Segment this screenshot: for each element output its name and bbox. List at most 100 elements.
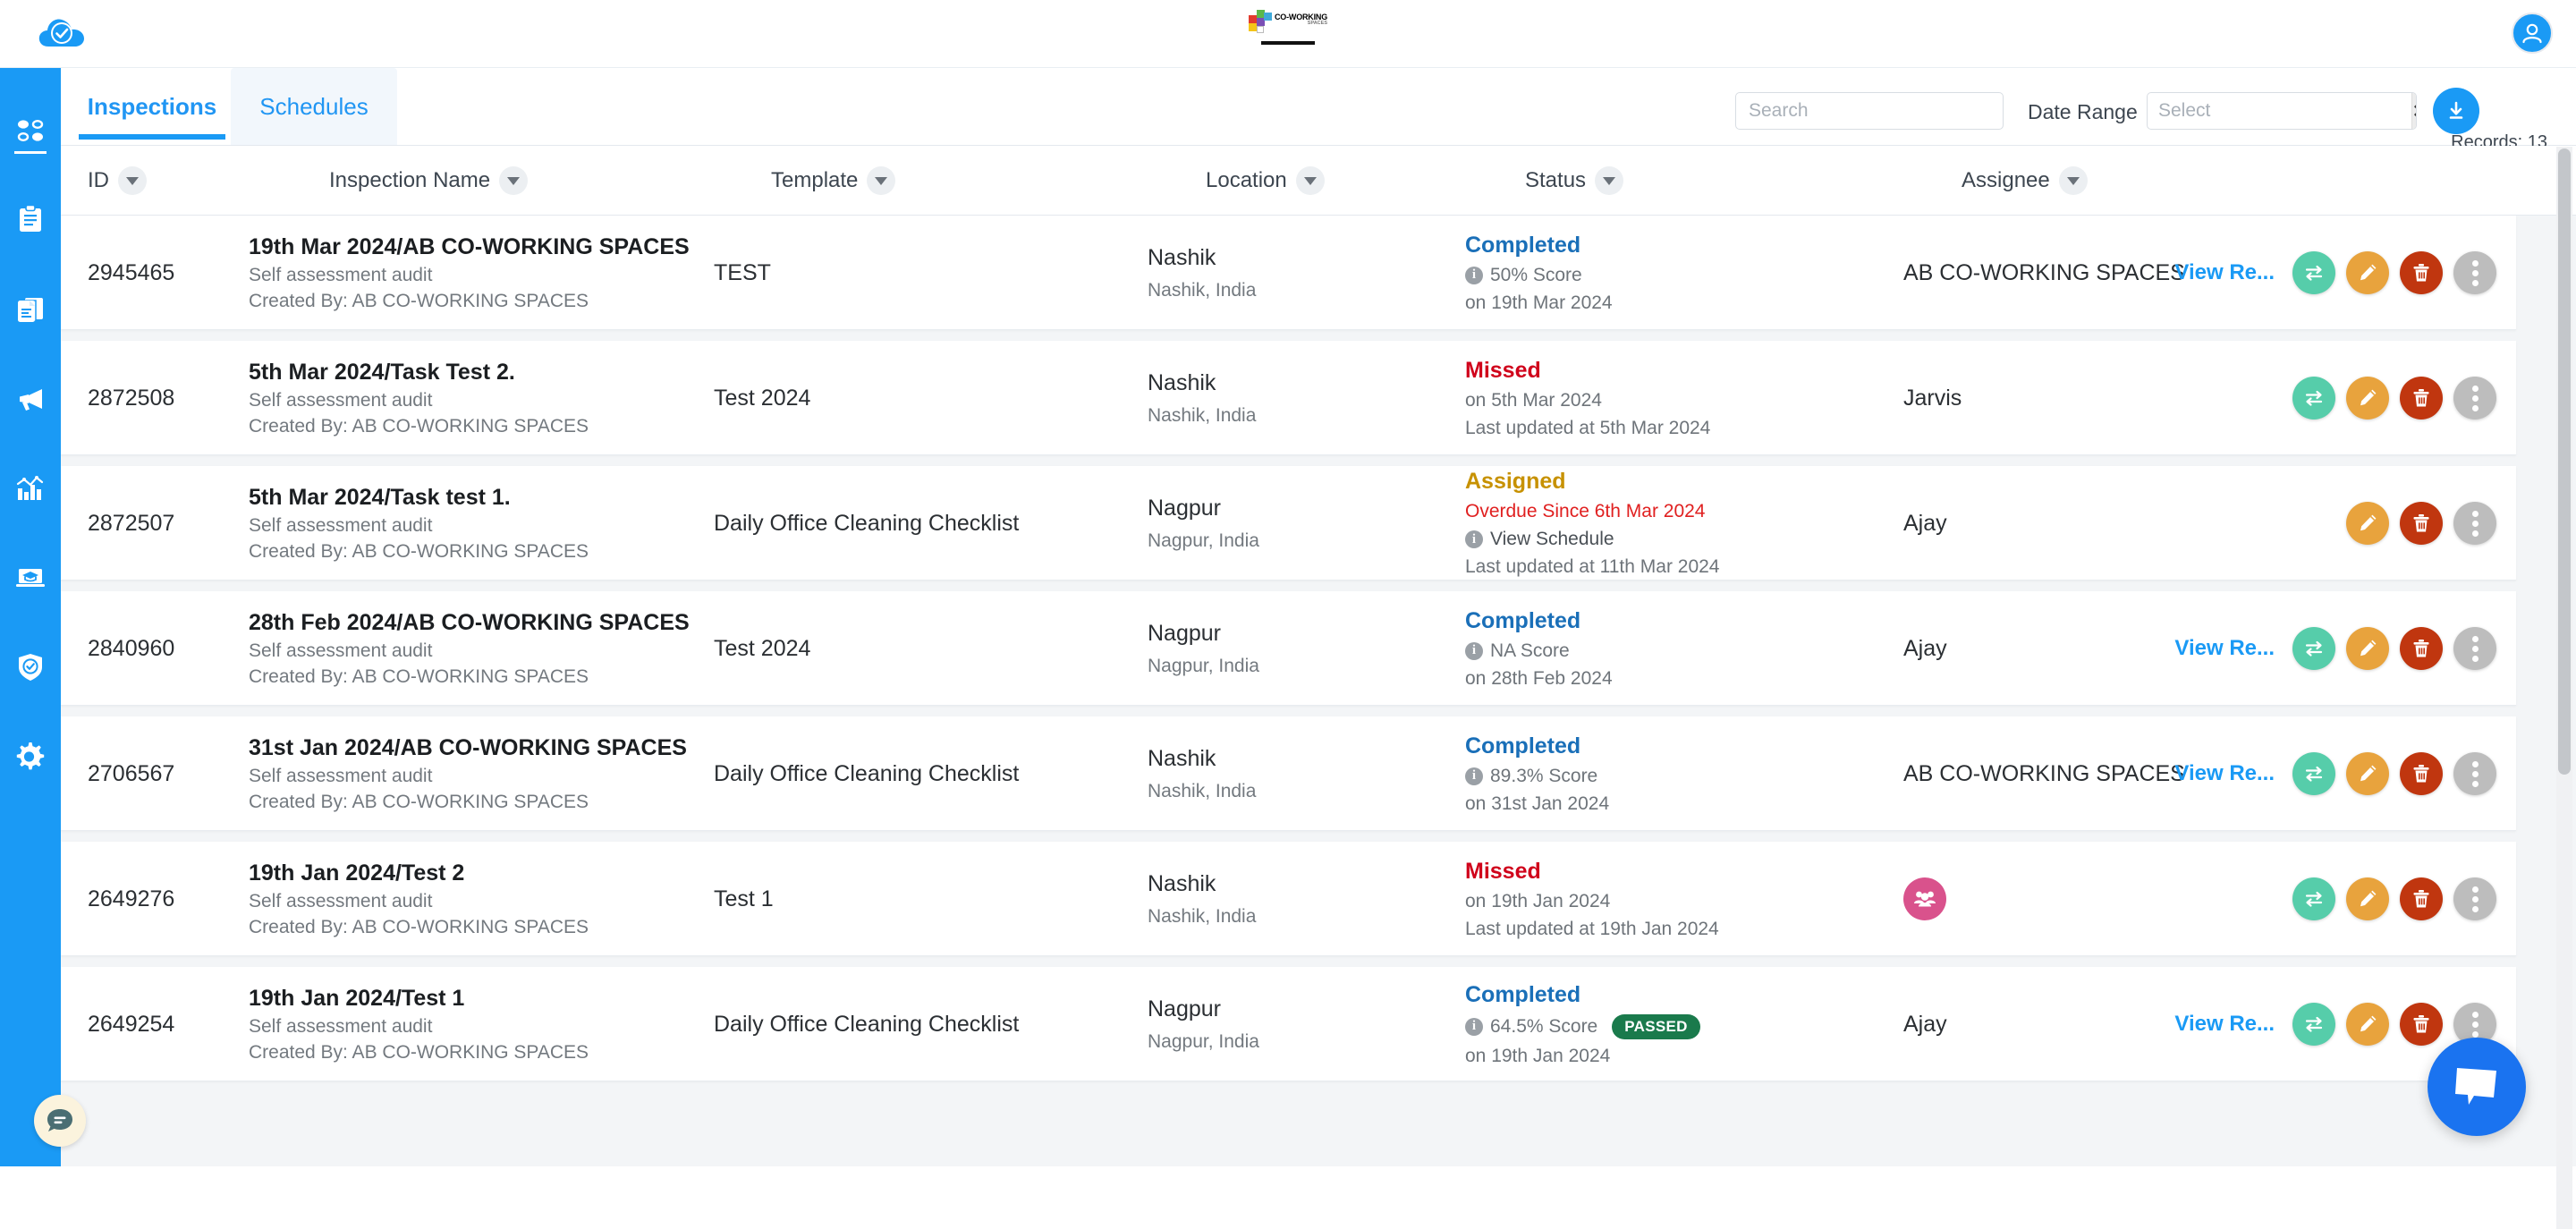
table-row[interactable]: 28725075th Mar 2024/Task test 1.Self ass… xyxy=(61,466,2516,581)
cell-actions: View Re... xyxy=(2174,216,2496,330)
cell-location: NashikNashik, India xyxy=(1148,216,1416,330)
chevron-down-icon[interactable] xyxy=(2059,166,2088,195)
sidebar-item-analytics[interactable] xyxy=(0,445,61,535)
delete-button[interactable] xyxy=(2400,502,2443,545)
transfer-button[interactable] xyxy=(2292,1003,2335,1046)
more-options-button[interactable] xyxy=(2453,377,2496,420)
more-options-button[interactable] xyxy=(2453,251,2496,294)
column-label-assignee: Assignee xyxy=(1962,168,2050,193)
cloud-check-icon[interactable] xyxy=(36,9,88,61)
edit-button[interactable] xyxy=(2346,752,2389,795)
cell-location: NashikNashik, India xyxy=(1148,341,1416,455)
more-options-button[interactable] xyxy=(2453,502,2496,545)
tab-inspections[interactable]: Inspections xyxy=(73,68,231,145)
more-options-button[interactable] xyxy=(2453,627,2496,670)
inspection-created-by: Created By: AB CO-WORKING SPACES xyxy=(249,291,696,312)
cell-assignee: Jarvis xyxy=(1903,341,2279,455)
column-label-id: ID xyxy=(88,168,109,193)
delete-button[interactable] xyxy=(2400,377,2443,420)
info-icon[interactable]: i xyxy=(1465,267,1483,284)
column-header-location[interactable]: Location xyxy=(1206,146,1325,216)
inspection-title: 19th Mar 2024/AB CO-WORKING SPACES xyxy=(249,234,696,260)
megaphone-icon xyxy=(14,383,47,420)
delete-button[interactable] xyxy=(2400,877,2443,920)
cell-actions xyxy=(2292,842,2496,956)
user-avatar-icon[interactable] xyxy=(2512,13,2553,54)
sidebar-item-templates[interactable] xyxy=(0,267,61,356)
close-x-icon[interactable]: ✕ xyxy=(2411,93,2417,129)
chevron-down-icon[interactable] xyxy=(1296,166,1325,195)
column-header-status[interactable]: Status xyxy=(1525,146,1623,216)
chevron-down-icon[interactable] xyxy=(1595,166,1623,195)
tab-inspections-label: Inspections xyxy=(88,93,216,121)
sidebar-item-announcements[interactable] xyxy=(0,356,61,445)
location-city: Nagpur xyxy=(1148,621,1416,647)
cell-status: Completedi89.3% Scoreon 31st Jan 2024 xyxy=(1465,716,1885,831)
column-header-inspection-name[interactable]: Inspection Name xyxy=(329,146,528,216)
edit-button[interactable] xyxy=(2346,1003,2389,1046)
table-row[interactable]: 270656731st Jan 2024/AB CO-WORKING SPACE… xyxy=(61,716,2516,831)
table-row[interactable]: 264925419th Jan 2024/Test 1Self assessme… xyxy=(61,967,2516,1081)
edit-button[interactable] xyxy=(2346,877,2389,920)
cell-template: Daily Office Cleaning Checklist xyxy=(714,716,1107,831)
sidebar-item-compliance[interactable] xyxy=(0,624,61,714)
table-row[interactable]: 28725085th Mar 2024/Task Test 2.Self ass… xyxy=(61,341,2516,455)
search-input[interactable] xyxy=(1735,92,2004,130)
cell-location: NagpurNagpur, India xyxy=(1148,591,1416,706)
view-report-link[interactable]: View Re... xyxy=(2174,636,2275,661)
view-schedule-link[interactable]: iView Schedule xyxy=(1465,529,1885,550)
transfer-button[interactable] xyxy=(2292,251,2335,294)
message-bubble-icon[interactable] xyxy=(2428,1038,2526,1136)
transfer-button[interactable] xyxy=(2292,627,2335,670)
chevron-down-icon[interactable] xyxy=(499,166,528,195)
delete-button[interactable] xyxy=(2400,752,2443,795)
shield-check-icon xyxy=(14,651,47,688)
delete-button[interactable] xyxy=(2400,251,2443,294)
chat-bubble-icon[interactable] xyxy=(34,1095,86,1147)
edit-button[interactable] xyxy=(2346,502,2389,545)
info-icon[interactable]: i xyxy=(1465,530,1483,548)
column-header-assignee[interactable]: Assignee xyxy=(1962,146,2088,216)
more-options-button[interactable] xyxy=(2453,877,2496,920)
info-icon[interactable]: i xyxy=(1465,767,1483,785)
chevron-down-icon[interactable] xyxy=(867,166,895,195)
view-report-link[interactable]: View Re... xyxy=(2174,1012,2275,1037)
column-header-template[interactable]: Template xyxy=(771,146,895,216)
assignee-name: Ajay xyxy=(1903,511,1947,537)
view-report-link[interactable]: View Re... xyxy=(2174,260,2275,285)
cell-template: Test 2024 xyxy=(714,341,1107,455)
table-row[interactable]: 294546519th Mar 2024/AB CO-WORKING SPACE… xyxy=(61,216,2516,330)
download-icon[interactable] xyxy=(2433,88,2479,134)
transfer-button[interactable] xyxy=(2292,752,2335,795)
team-avatar-icon[interactable] xyxy=(1903,877,1946,920)
transfer-button[interactable] xyxy=(2292,877,2335,920)
delete-button[interactable] xyxy=(2400,627,2443,670)
sidebar-item-inspections[interactable] xyxy=(0,177,61,267)
scrollbar-thumb[interactable] xyxy=(2558,148,2571,775)
info-icon[interactable]: i xyxy=(1465,642,1483,660)
status-score-line: i89.3% Score xyxy=(1465,766,1885,787)
status-date: on 19th Jan 2024 xyxy=(1465,891,1885,912)
info-icon[interactable]: i xyxy=(1465,1018,1483,1036)
delete-button[interactable] xyxy=(2400,1003,2443,1046)
chevron-down-icon[interactable] xyxy=(118,166,147,195)
cell-assignee: Ajay xyxy=(1903,466,2279,581)
edit-button[interactable] xyxy=(2346,377,2389,420)
cell-template: Daily Office Cleaning Checklist xyxy=(714,967,1107,1081)
edit-button[interactable] xyxy=(2346,627,2389,670)
sidebar-item-training[interactable] xyxy=(0,535,61,624)
table-row[interactable]: 264927619th Jan 2024/Test 2Self assessme… xyxy=(61,842,2516,956)
transfer-button[interactable] xyxy=(2292,377,2335,420)
date-range-input[interactable] xyxy=(2148,93,2411,129)
sidebar-item-dashboard[interactable] xyxy=(0,88,61,177)
view-report-link[interactable]: View Re... xyxy=(2174,761,2275,786)
status-date: on 31st Jan 2024 xyxy=(1465,793,1885,815)
more-options-button[interactable] xyxy=(2453,752,2496,795)
column-header-id[interactable]: ID xyxy=(88,146,147,216)
location-country: Nashik, India xyxy=(1148,781,1416,802)
tab-schedules[interactable]: Schedules xyxy=(231,68,397,145)
vertical-scrollbar[interactable] xyxy=(2556,147,2572,1229)
table-row[interactable]: 284096028th Feb 2024/AB CO-WORKING SPACE… xyxy=(61,591,2516,706)
edit-button[interactable] xyxy=(2346,251,2389,294)
sidebar-item-settings[interactable] xyxy=(0,714,61,803)
